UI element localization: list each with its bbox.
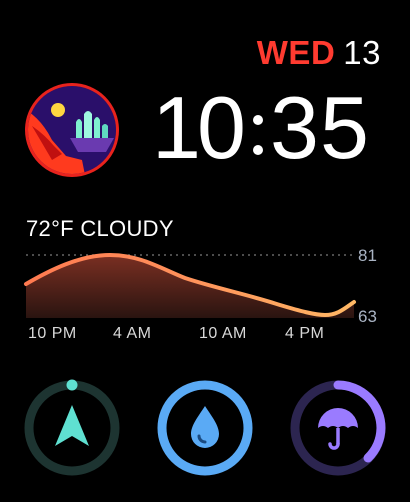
weather-summary[interactable]: 72°F CLOUDY (26, 216, 174, 242)
low-temp-label: 63 (358, 307, 377, 326)
hour-ones-digit: 0 (197, 78, 246, 177)
hour-label: 4 PM (285, 325, 325, 342)
rain-chance-complication[interactable] (288, 378, 388, 478)
date-display: WED 13 (257, 34, 381, 72)
photos-complication[interactable] (22, 80, 122, 180)
hour-label: 10 AM (199, 325, 247, 342)
rain-chance-ring (290, 380, 386, 476)
photos-icon (25, 83, 119, 177)
day-number: 13 (343, 34, 381, 71)
high-temp-label: 81 (358, 246, 377, 265)
minute-tens-digit: 3 (270, 78, 319, 177)
hour-label: 4 AM (113, 325, 152, 342)
umbrella-icon (318, 408, 358, 450)
navigation-ring (24, 379, 120, 476)
hour-tens-digit: 1 (152, 78, 201, 177)
time-display: 1 0 3 5 (152, 78, 392, 178)
temperature-area (26, 255, 354, 318)
weekday-label: WED (256, 34, 336, 71)
water-drop-icon (191, 406, 219, 448)
hour-label: 10 PM (28, 325, 77, 342)
navigation-complication[interactable] (22, 378, 122, 478)
minute-ones-digit: 5 (320, 78, 369, 177)
colon-dot-top (253, 115, 263, 125)
navigation-arrow-icon (55, 405, 89, 446)
water-complication[interactable] (155, 378, 255, 478)
colon-dot-bottom (253, 145, 263, 155)
water-ring (157, 380, 253, 476)
